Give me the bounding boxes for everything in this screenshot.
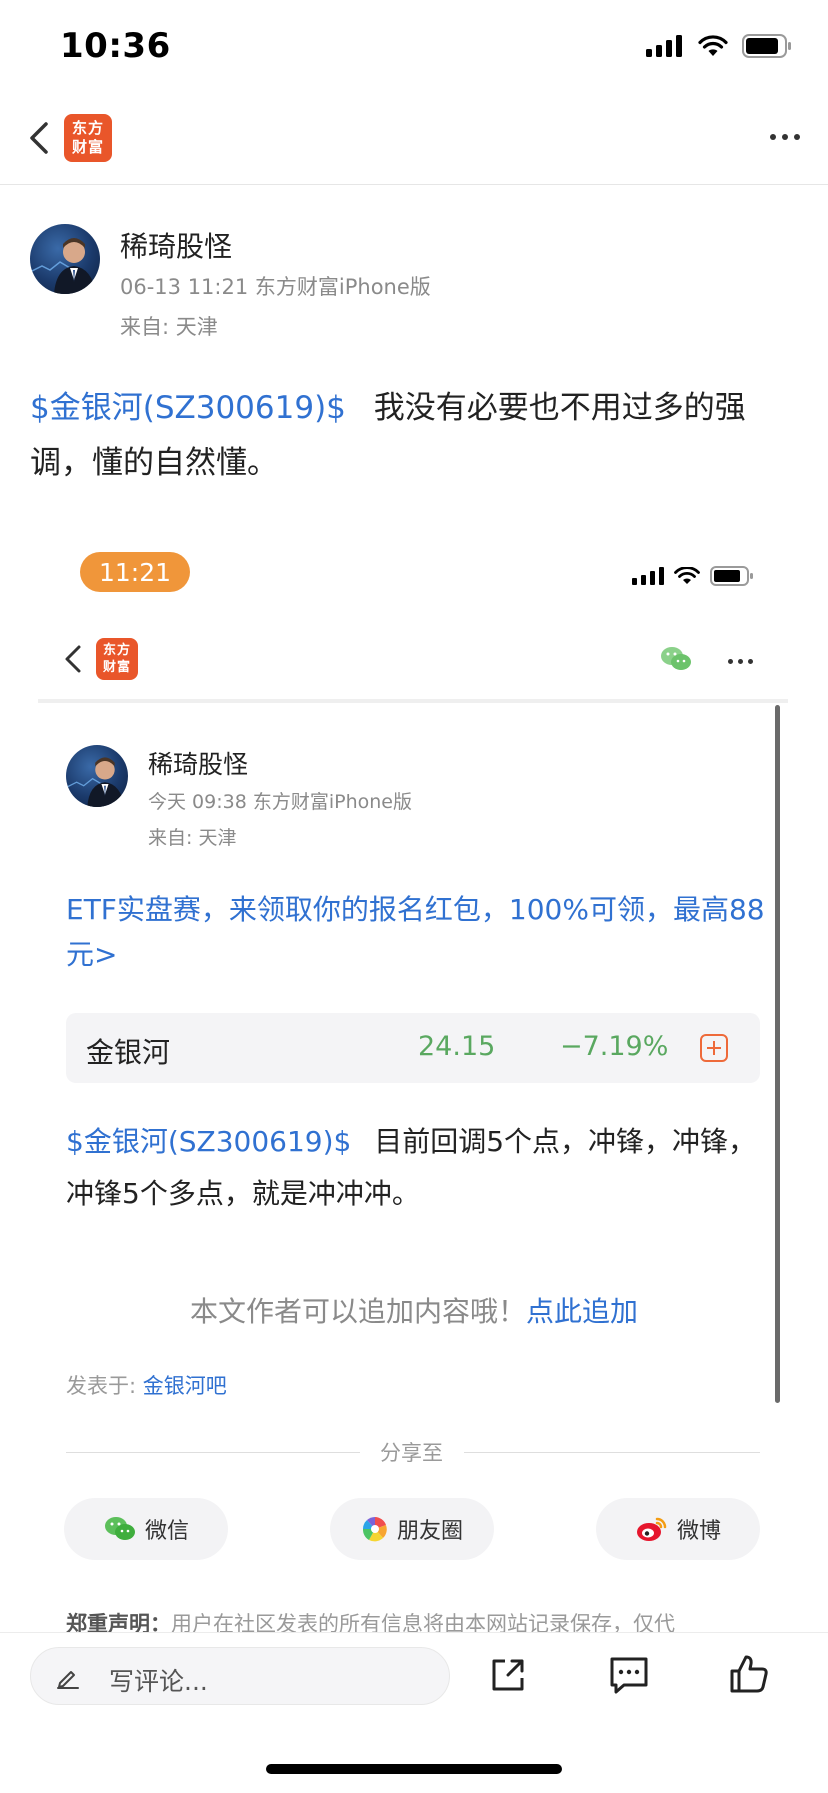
embedded-post-content: $金银河(SZ300619)$ 目前回调5个点，冲锋，冲锋，冲锋5个多点，就是冲…	[66, 1116, 766, 1220]
avatar-image	[66, 757, 125, 807]
post-content: $金银河(SZ300619)$ 我没有必要也不用过多的强调，懂的自然懂。	[30, 381, 800, 491]
wechat-icon[interactable]	[660, 645, 692, 673]
avatar-image	[30, 238, 96, 294]
battery-icon	[710, 566, 753, 586]
embedded-post-timestamp: 今天 09:38 东方财富iPhone版	[148, 791, 412, 813]
share-wechat-label: 微信	[144, 1519, 189, 1544]
share-divider-right	[464, 1452, 760, 1453]
embedded-more-icon[interactable]	[728, 659, 753, 664]
comment-icon[interactable]	[608, 1655, 650, 1695]
embedded-author-name[interactable]: 稀琦股怪	[148, 745, 248, 781]
embedded-app-logo: 东方 财富	[96, 638, 138, 680]
post-timestamp: 06-13 11:21 东方财富iPhone版	[120, 275, 431, 299]
stock-link[interactable]: $金银河(SZ300619)$	[30, 390, 346, 426]
quote-change: −7.19%	[560, 1031, 669, 1062]
pen-icon	[57, 1671, 79, 1689]
embedded-back-icon[interactable]	[58, 642, 92, 676]
embedded-time-pill: 11:21	[80, 552, 190, 592]
append-link[interactable]: 点此追加	[526, 1295, 638, 1328]
quote-name: 金银河	[86, 1036, 171, 1069]
stock-quote-card[interactable]: 金银河 24.15 −7.19%	[66, 1013, 760, 1083]
share-weibo-button[interactable]: 微博	[596, 1498, 760, 1560]
add-watchlist-icon[interactable]	[700, 1034, 728, 1062]
home-indicator	[266, 1764, 562, 1774]
promo-link[interactable]: ETF实盘赛，来领取你的报名红包，100%可领，最高88元>	[66, 887, 766, 977]
avatar[interactable]	[30, 224, 100, 294]
like-icon[interactable]	[728, 1653, 770, 1695]
weibo-icon	[636, 1517, 667, 1541]
logo-text-bottom: 财富	[71, 138, 104, 156]
share-divider-left	[66, 1452, 360, 1453]
embedded-status-icons	[632, 566, 754, 586]
battery-icon	[742, 34, 791, 58]
more-options-icon[interactable]	[770, 134, 800, 140]
append-hint: 本文作者可以追加内容哦！点此追加	[0, 1290, 828, 1330]
signal-icon	[646, 35, 682, 57]
nav-bar: 东方 财富	[0, 92, 828, 185]
wifi-icon	[674, 567, 700, 584]
posted-in-label: 发表于:	[66, 1374, 137, 1398]
logo-text-top: 东方	[71, 119, 104, 137]
comment-placeholder: 写评论...	[109, 1667, 208, 1696]
status-bar: 10:36	[0, 0, 828, 92]
signal-icon	[632, 567, 664, 585]
share-icon[interactable]	[488, 1655, 528, 1695]
share-label: 分享至	[380, 1441, 443, 1465]
status-icons	[646, 34, 792, 58]
posted-in-link[interactable]: 金银河吧	[143, 1374, 227, 1398]
share-weibo-label: 微博	[676, 1519, 721, 1544]
embedded-avatar[interactable]	[66, 745, 128, 807]
quote-price: 24.15	[418, 1031, 496, 1062]
logo-text-top: 东方	[102, 643, 131, 658]
wifi-icon	[698, 35, 728, 56]
author-name[interactable]: 稀琦股怪	[120, 225, 232, 265]
status-time: 10:36	[60, 26, 171, 66]
post-location: 来自: 天津	[120, 315, 218, 339]
share-moments-button[interactable]: 朋友圈	[330, 1498, 494, 1560]
posted-in: 发表于: 金银河吧	[66, 1370, 227, 1400]
app-logo: 东方 财富	[64, 114, 112, 162]
moments-icon	[362, 1516, 387, 1542]
wechat-icon	[104, 1517, 135, 1540]
embedded-stock-link[interactable]: $金银河(SZ300619)$	[66, 1125, 351, 1158]
append-text: 本文作者可以追加内容哦！	[189, 1295, 526, 1328]
embedded-post-location: 来自: 天津	[148, 827, 237, 849]
embedded-divider	[38, 699, 788, 703]
back-icon[interactable]	[22, 118, 62, 158]
share-moments-label: 朋友圈	[396, 1519, 463, 1544]
comment-input[interactable]: 写评论...	[30, 1647, 450, 1705]
logo-text-bottom: 财富	[102, 660, 131, 675]
share-wechat-button[interactable]: 微信	[64, 1498, 228, 1560]
